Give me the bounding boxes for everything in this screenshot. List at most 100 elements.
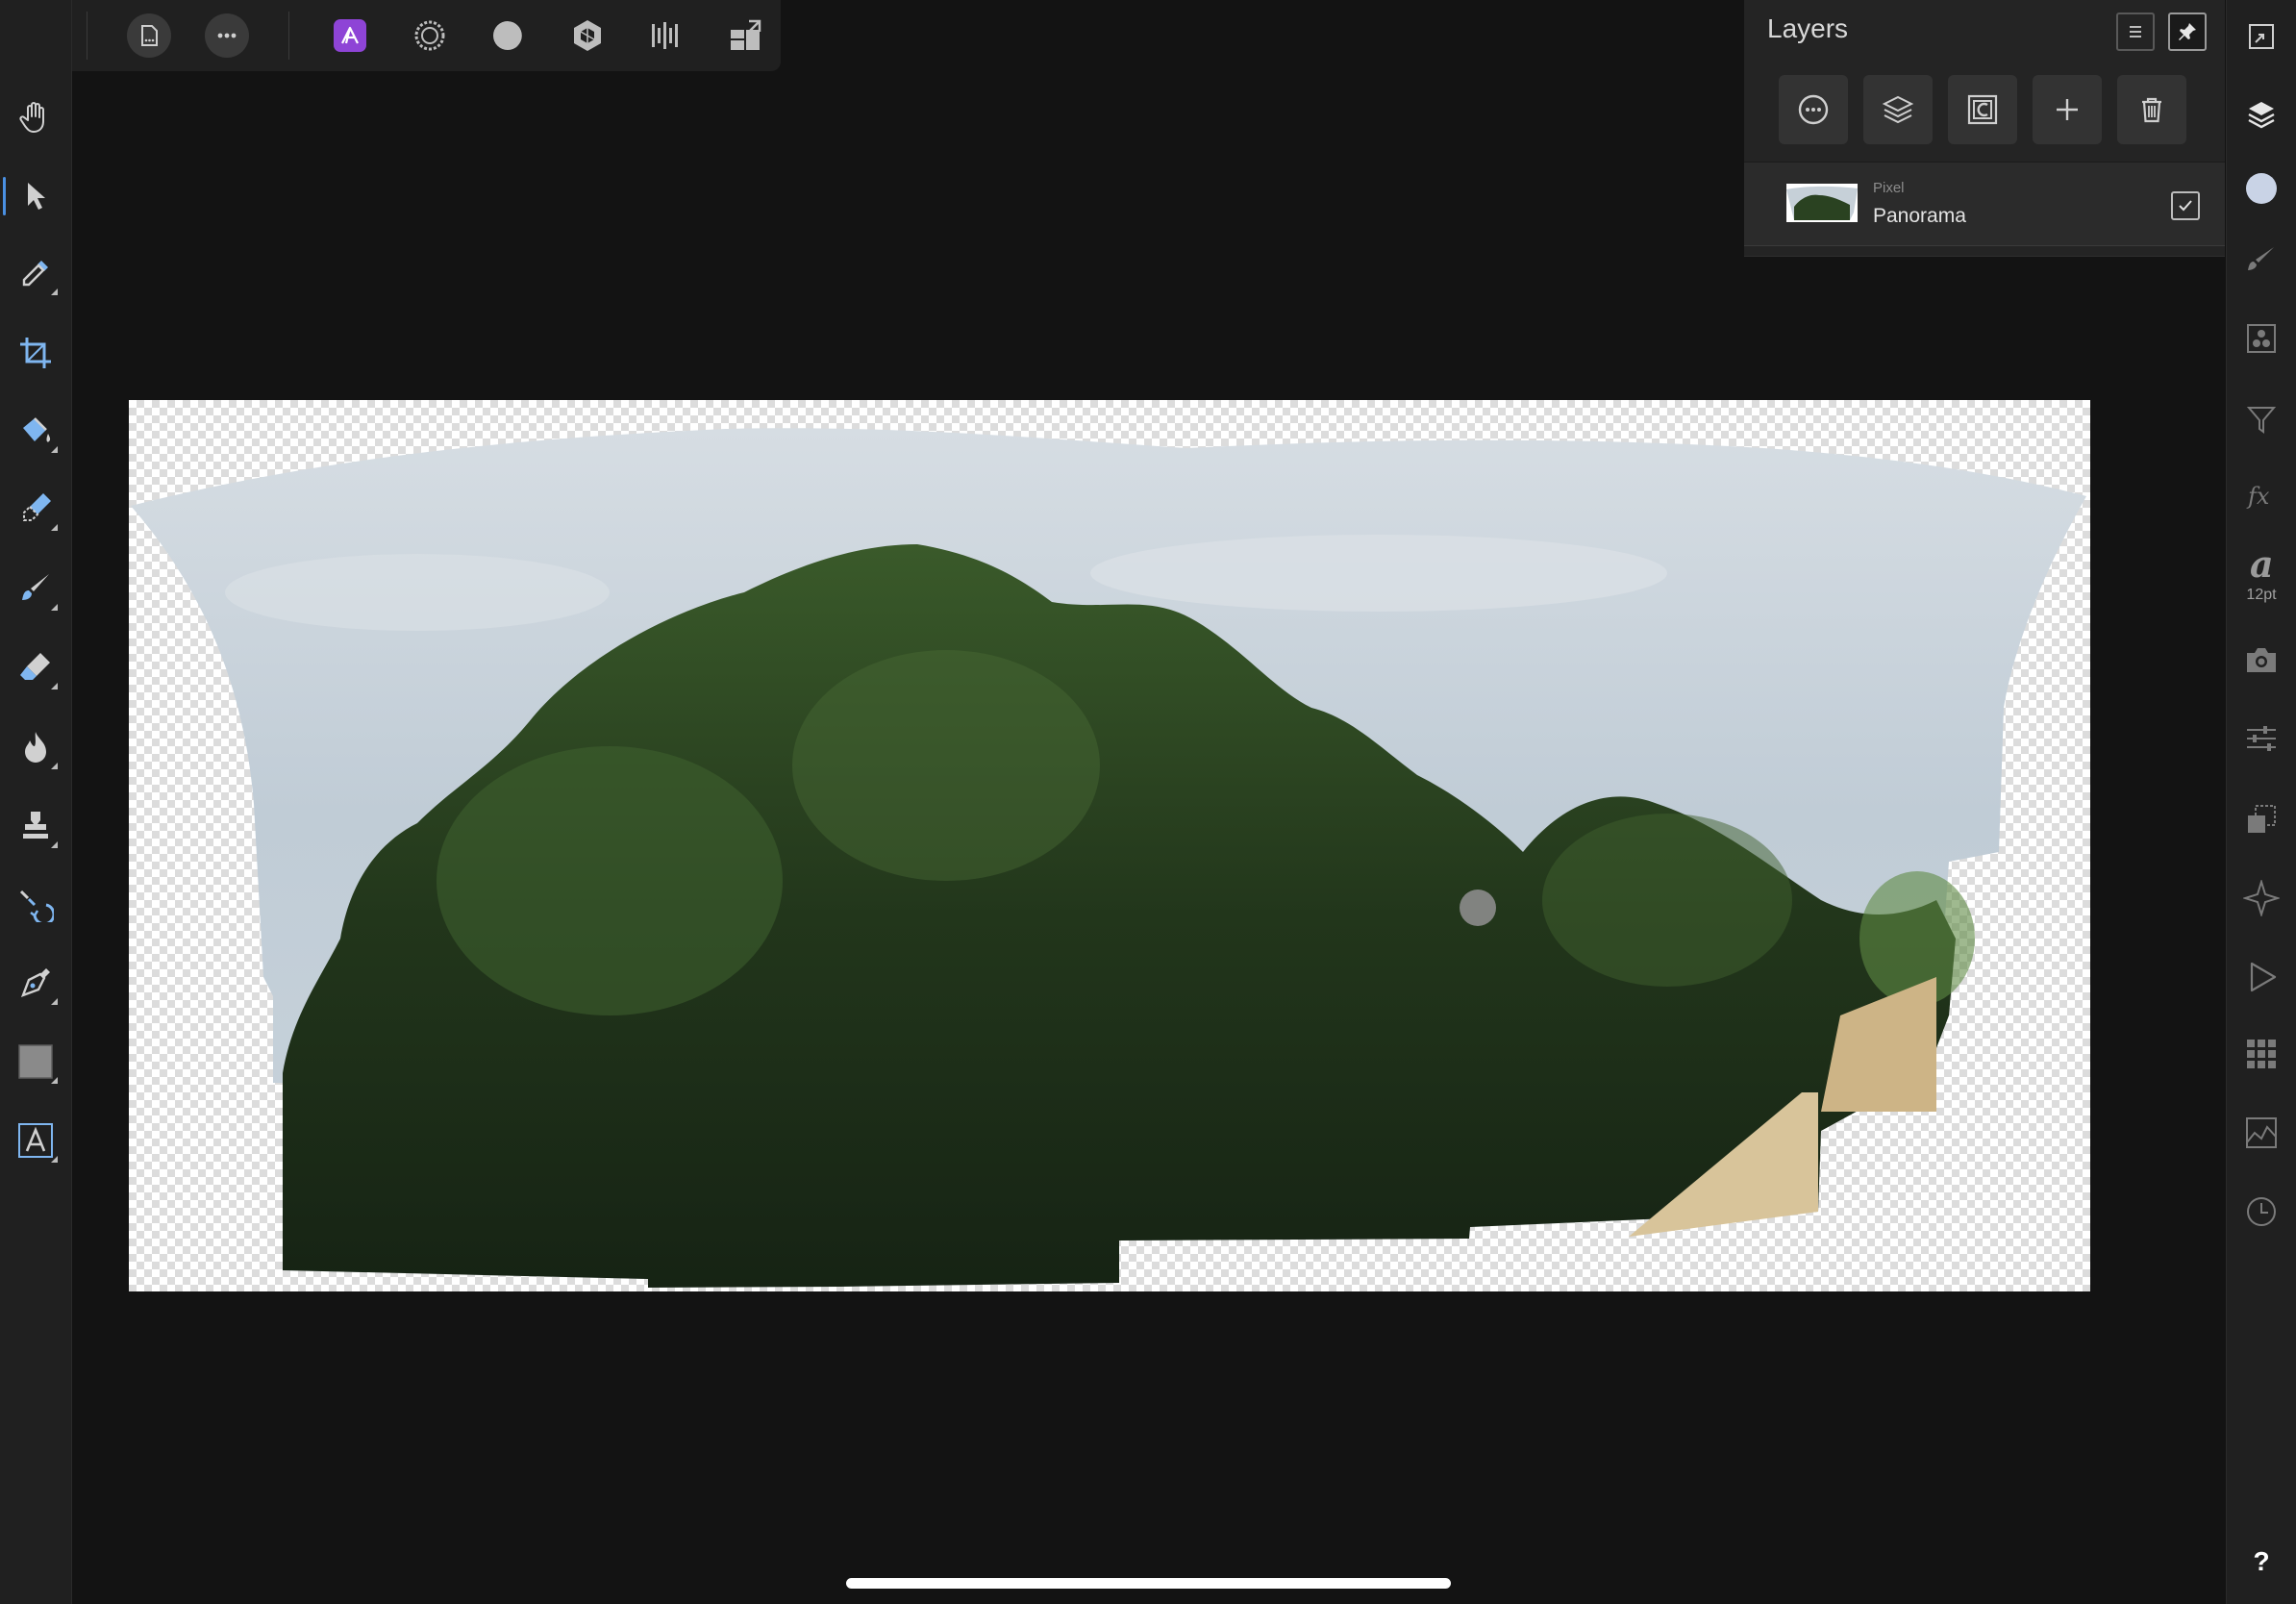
export-persona-button[interactable] [639, 10, 691, 62]
grid-swatches-icon [2247, 1040, 2276, 1068]
channels-icon [2247, 324, 2276, 353]
panel-menu-button[interactable] [2116, 13, 2155, 51]
toggle-panels-button[interactable] [2236, 12, 2286, 62]
clock-icon [2247, 1197, 2276, 1226]
mask-icon [1967, 94, 1998, 125]
delete-layer-button[interactable] [2117, 75, 2186, 144]
home-indicator[interactable] [846, 1578, 1451, 1589]
layer-name: Panorama [1873, 205, 1966, 227]
tone-mapping-persona-button[interactable] [562, 10, 613, 62]
layer-thumbnail-image [1786, 184, 1858, 222]
studio-channels-button[interactable] [2236, 313, 2286, 363]
eraser-icon [20, 653, 50, 680]
layer-row[interactable]: Pixel Panorama [1744, 162, 2225, 246]
studio-macros-button[interactable] [2236, 952, 2286, 1002]
panorama-image [131, 428, 2086, 1289]
text-style-icon: a [2250, 546, 2274, 581]
crop-tool[interactable] [11, 328, 61, 378]
undo-brush-icon [19, 890, 54, 922]
arrow-pointer-icon [28, 183, 45, 210]
more-options-button[interactable] [205, 13, 249, 58]
layers-panel-header: Layers [1744, 0, 2225, 60]
tool-group-indicator [51, 683, 58, 689]
studio-snapshots-button[interactable] [2236, 635, 2286, 685]
studio-brushes-button[interactable] [2236, 235, 2286, 285]
fx-icon: fx [2246, 483, 2270, 510]
flood-fill-tool[interactable] [11, 406, 61, 456]
erase-brush-tool[interactable] [11, 642, 61, 692]
studio-navigator-button[interactable] [2236, 873, 2286, 923]
ellipsis-icon [217, 33, 237, 38]
mask-layer-button[interactable] [1948, 75, 2017, 144]
layers-panel-title: Layers [1767, 13, 1849, 43]
tools-panel [0, 0, 72, 1604]
top-toolbar [0, 0, 781, 71]
brush-icon [2248, 247, 2274, 270]
trash-icon [2142, 97, 2161, 123]
tool-group-indicator [51, 841, 58, 848]
compass-icon [2243, 880, 2280, 916]
tool-group-indicator [51, 446, 58, 453]
view-tool[interactable] [11, 92, 61, 142]
studio-swatches-button[interactable] [2236, 1029, 2286, 1079]
ellipsis-circle-icon [1798, 94, 1829, 125]
add-layer-button[interactable] [2033, 75, 2102, 144]
studio-text-styles-button[interactable]: a [2236, 539, 2286, 589]
crop-icon [20, 338, 51, 368]
studio-effects-button[interactable]: fx [2236, 471, 2286, 521]
selection-brush-tool[interactable] [11, 484, 61, 534]
tool-group-indicator [51, 998, 58, 1005]
rectangle-tool[interactable] [11, 1037, 61, 1087]
layer-actions-bar [1744, 67, 2225, 150]
flame-icon [25, 732, 46, 763]
transform-icon [2248, 805, 2276, 833]
studio-history-button[interactable] [2236, 1187, 2286, 1237]
canvas-drag-handle[interactable] [1460, 890, 1496, 926]
tool-group-indicator [51, 288, 58, 295]
tool-group-indicator [51, 1077, 58, 1084]
play-icon [2250, 962, 2277, 992]
arrange-persona-button[interactable] [719, 10, 771, 62]
undo-brush-tool[interactable] [11, 879, 61, 929]
histogram-icon [2246, 1117, 2277, 1148]
paintbrush-icon [22, 574, 49, 600]
layer-options-button[interactable] [1779, 75, 1848, 144]
studio-bar: fx a 12pt ? [2226, 0, 2296, 1604]
list-menu-icon [2130, 26, 2141, 38]
pen-nib-icon [20, 968, 50, 998]
color-picker-tool[interactable] [11, 248, 61, 298]
layer-visibility-checkbox[interactable] [2171, 191, 2200, 220]
document-button[interactable] [127, 13, 171, 58]
toolbar-divider [288, 12, 289, 60]
svg-text:a: a [2250, 546, 2274, 581]
liquify-persona-button[interactable] [404, 10, 456, 62]
pen-tool[interactable] [11, 958, 61, 1008]
svg-text:fx: fx [2246, 483, 2270, 510]
develop-persona-button[interactable] [482, 10, 534, 62]
layer-thumbnail [1786, 184, 1858, 222]
layers-icon [2248, 102, 2275, 129]
clone-brush-tool[interactable] [11, 801, 61, 851]
move-tool[interactable] [3, 171, 61, 221]
help-button[interactable]: ? [2227, 1546, 2296, 1577]
layer-blend-button[interactable] [1863, 75, 1933, 144]
paint-brush-tool[interactable] [11, 564, 61, 614]
studio-filters-button[interactable] [2236, 394, 2286, 444]
photo-persona-button[interactable] [324, 10, 376, 62]
studio-adjustments-button[interactable] [2236, 714, 2286, 764]
plus-icon [2057, 99, 2078, 120]
camera-icon [2247, 648, 2276, 672]
studio-transform-button[interactable] [2236, 794, 2286, 844]
pin-panel-button[interactable] [2168, 13, 2207, 51]
checkmark-icon [2179, 200, 2192, 212]
tool-group-indicator [51, 763, 58, 769]
studio-layers-button[interactable] [2236, 90, 2286, 140]
artistic-text-tool[interactable] [11, 1115, 61, 1165]
selection-brush-icon [23, 493, 51, 521]
burn-brush-tool[interactable] [11, 722, 61, 772]
studio-color-button[interactable] [2236, 163, 2286, 213]
document-canvas[interactable] [129, 400, 2090, 1291]
rectangle-shape-icon [18, 1044, 53, 1079]
layer-type-label: Pixel [1873, 180, 1905, 196]
studio-histogram-button[interactable] [2236, 1108, 2286, 1158]
